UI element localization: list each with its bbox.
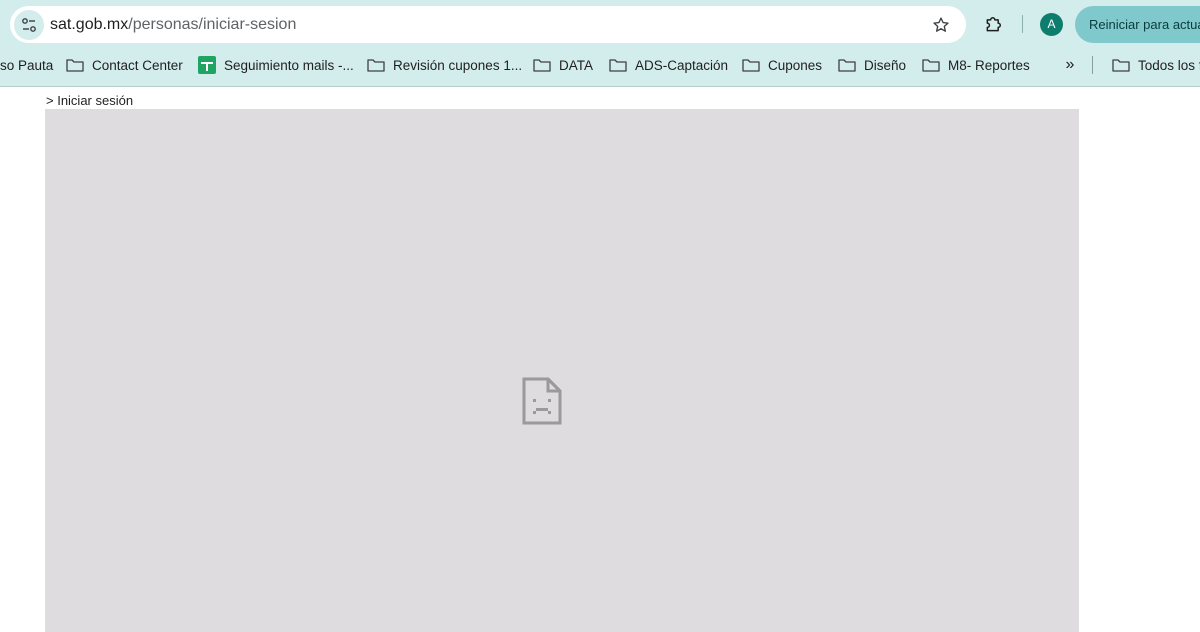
folder-icon	[533, 58, 551, 72]
url-host: sat.gob.mx	[50, 16, 129, 33]
bookmark-so-pauta[interactable]: so Pauta	[0, 54, 53, 76]
embedded-frame-error	[45, 109, 1079, 632]
tune-icon	[22, 18, 36, 32]
bookmark-label: so Pauta	[0, 57, 54, 73]
folder-icon	[742, 58, 760, 72]
toolbar-divider	[1022, 15, 1023, 33]
address-bar[interactable]: sat.gob.mx/personas/iniciar-sesion	[10, 6, 966, 43]
bookmark-cupones[interactable]: Cupones	[742, 54, 822, 76]
chevron-double-right-icon[interactable]: »	[1060, 54, 1080, 76]
sad-document-icon	[522, 377, 562, 425]
bookmark-label: Seguimiento mails -...	[224, 57, 354, 73]
url-text[interactable]: sat.gob.mx/personas/iniciar-sesion	[50, 6, 296, 43]
bookmark-revision-cupones[interactable]: Revisión cupones 1...	[367, 54, 522, 76]
bookmark-seguimiento-mails[interactable]: Seguimiento mails -...	[198, 54, 354, 76]
star-icon	[933, 17, 949, 32]
browser-chrome: sat.gob.mx/personas/iniciar-sesion A Rei…	[0, 0, 1200, 87]
url-path: /personas/iniciar-sesion	[128, 16, 297, 33]
bookmark-data[interactable]: DATA	[533, 54, 593, 76]
bookmark-label: Diseño	[864, 57, 907, 73]
bookmarks-bar: so Pauta Contact Center Seguimiento mail…	[0, 48, 1200, 82]
site-info-button[interactable]	[14, 10, 44, 40]
bookmark-label: ADS-Captación	[635, 57, 729, 73]
profile-avatar[interactable]: A	[1040, 13, 1063, 36]
folder-icon	[1112, 58, 1130, 72]
relaunch-button[interactable]: Reiniciar para actua	[1075, 6, 1200, 43]
sheets-icon	[198, 56, 216, 74]
bookmark-ads-captacion[interactable]: ADS-Captación	[609, 54, 728, 76]
folder-icon	[66, 58, 84, 72]
bookmark-all-bookmarks[interactable]: Todos los f	[1112, 54, 1200, 76]
folder-icon	[367, 58, 385, 72]
bookmark-contact-center[interactable]: Contact Center	[66, 54, 183, 76]
puzzle-icon	[986, 17, 1001, 32]
folder-icon	[838, 58, 856, 72]
browser-toolbar: sat.gob.mx/personas/iniciar-sesion A Rei…	[0, 0, 1200, 48]
bookmark-m8-reportes[interactable]: M8- Reportes	[922, 54, 1030, 76]
folder-icon	[922, 58, 940, 72]
bookmark-label: M8- Reportes	[948, 57, 1030, 73]
folder-icon	[609, 58, 627, 72]
bookmark-star-button[interactable]	[930, 14, 952, 36]
bookmark-label: Revisión cupones 1...	[393, 57, 523, 73]
bookmark-diseno[interactable]: Diseño	[838, 54, 906, 76]
bookmark-label: Contact Center	[92, 57, 183, 73]
bookmark-label: DATA	[559, 57, 594, 73]
bookmarks-divider	[1092, 56, 1093, 74]
extensions-button[interactable]	[980, 10, 1008, 38]
breadcrumb[interactable]: > Iniciar sesión	[46, 93, 133, 108]
bookmark-label: Cupones	[768, 57, 823, 73]
bookmark-label: Todos los f	[1138, 57, 1200, 73]
